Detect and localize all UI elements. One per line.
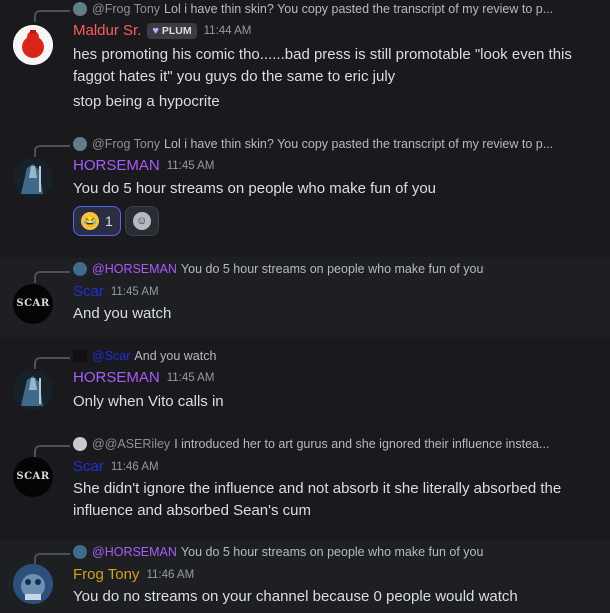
message-scar: @@ASERiley I introduced her to art gurus… — [0, 432, 610, 532]
avatar[interactable] — [13, 564, 53, 604]
reply-preview[interactable]: @Scar And you watch — [73, 347, 603, 365]
message-scar: @HORSEMAN You do 5 hour streams on peopl… — [0, 257, 610, 337]
badge-label: PLUM — [161, 24, 192, 37]
author-name[interactable]: HORSEMAN — [73, 369, 160, 386]
smiley-add-icon: ☺ — [132, 212, 151, 230]
reply-author[interactable]: @Frog Tony — [92, 2, 160, 16]
message-text: hes promoting his comic tho......bad pre… — [73, 46, 572, 85]
reply-text: Lol i have thin skin? You copy pasted th… — [164, 137, 554, 151]
reply-author[interactable]: @HORSEMAN — [92, 545, 177, 559]
avatar[interactable] — [13, 25, 53, 65]
avatar-logo: SCAR — [16, 471, 50, 482]
avatar[interactable]: SCAR — [13, 457, 53, 497]
avatar[interactable] — [13, 370, 53, 410]
reply-spine — [34, 553, 70, 565]
reply-author[interactable]: @Scar — [92, 349, 130, 363]
reply-author[interactable]: @Frog Tony — [92, 137, 160, 151]
author-name[interactable]: Scar — [73, 283, 104, 300]
message-frog-tony: @HORSEMAN You do 5 hour streams on peopl… — [0, 540, 610, 613]
reply-spine — [34, 271, 70, 283]
timestamp: 11:46 AM — [110, 460, 159, 473]
timestamp: 11:44 AM — [203, 24, 252, 37]
reply-preview[interactable]: @Frog Tony Lol i have thin skin? You cop… — [73, 135, 603, 153]
reply-spine — [34, 445, 70, 457]
author-name[interactable]: Scar — [73, 458, 104, 475]
reaction-bar: 😂 1 ☺ — [73, 206, 163, 236]
message-text: She didn't ignore the influence and not … — [73, 480, 562, 519]
author-name[interactable]: Frog Tony — [73, 566, 139, 583]
reply-preview[interactable]: @HORSEMAN You do 5 hour streams on peopl… — [73, 260, 603, 278]
message-horseman: @Scar And you watch HORSEMAN 11:45 AM On… — [0, 345, 610, 425]
reply-text: You do 5 hour streams on people who make… — [180, 545, 484, 559]
author-name[interactable]: Maldur Sr. — [73, 22, 141, 39]
reply-avatar — [73, 437, 87, 451]
reply-text: Lol i have thin skin? You copy pasted th… — [164, 2, 554, 16]
message-maldur: @Frog Tony Lol i have thin skin? You cop… — [0, 0, 610, 125]
message-text: You do 5 hour streams on people who make… — [73, 180, 437, 197]
reply-preview[interactable]: @HORSEMAN You do 5 hour streams on peopl… — [73, 543, 603, 561]
reply-spine — [34, 10, 70, 22]
reply-preview[interactable]: @@ASERiley I introduced her to art gurus… — [73, 435, 603, 453]
reply-spine — [34, 145, 70, 157]
reply-text: And you watch — [134, 349, 217, 363]
message-text: stop being a hypocrite — [73, 93, 220, 110]
reply-author[interactable]: @HORSEMAN — [92, 262, 177, 276]
reply-avatar — [73, 137, 87, 151]
reply-text: You do 5 hour streams on people who make… — [180, 262, 484, 276]
message-text: Only when Vito calls in — [73, 393, 224, 410]
reply-avatar — [73, 2, 87, 16]
avatar-logo: SCAR — [16, 298, 50, 309]
timestamp: 11:45 AM — [166, 371, 215, 384]
timestamp: 11:46 AM — [146, 568, 195, 581]
avatar[interactable]: SCAR — [13, 284, 53, 324]
message-horseman: @Frog Tony Lol i have thin skin? You cop… — [0, 135, 610, 250]
message-text: You do no streams on your channel becaus… — [73, 588, 518, 605]
timestamp: 11:45 AM — [110, 285, 159, 298]
avatar[interactable] — [13, 158, 53, 198]
reaction-count: 1 — [105, 213, 113, 229]
role-badge: ♥ PLUM — [147, 22, 197, 39]
message-text: And you watch — [73, 305, 172, 322]
reply-preview[interactable]: @Frog Tony Lol i have thin skin? You cop… — [73, 0, 603, 18]
reply-avatar — [73, 262, 87, 276]
author-name[interactable]: HORSEMAN — [73, 157, 160, 174]
heart-icon: ♥ — [152, 24, 159, 37]
reaction-rofl[interactable]: 😂 1 — [73, 206, 121, 236]
reply-spine — [34, 357, 70, 369]
reply-avatar — [73, 545, 87, 559]
reply-text: I introduced her to art gurus and she ig… — [174, 437, 550, 451]
timestamp: 11:45 AM — [166, 159, 215, 172]
reply-author[interactable]: @@ASERiley — [92, 437, 170, 451]
reply-avatar — [73, 349, 87, 363]
add-reaction-button[interactable]: ☺ — [124, 206, 159, 236]
rofl-emoji-icon: 😂 — [81, 212, 99, 230]
